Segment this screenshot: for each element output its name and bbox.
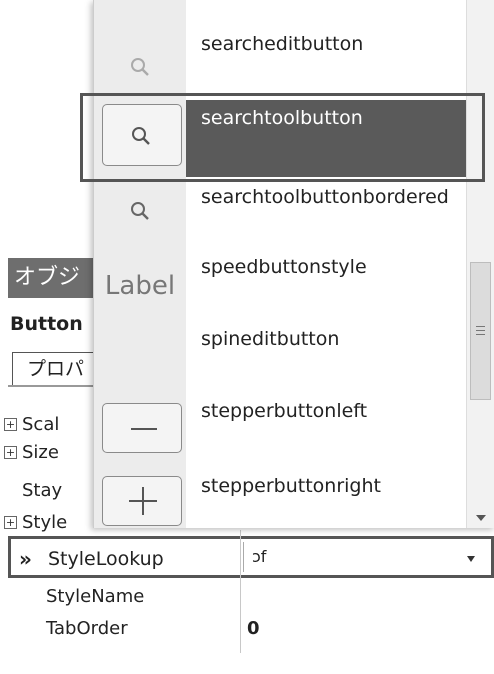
list-item-label: searchtoolbutton (201, 107, 363, 129)
list-item-stepperbuttonright[interactable]: stepperbuttonright (186, 472, 466, 536)
expand-plus-icon[interactable]: + (4, 446, 17, 459)
stylelookup-value-input[interactable]: ɔf (243, 542, 488, 572)
chevron-down-icon[interactable] (466, 552, 486, 566)
list-item-label: searchtoolbuttonbordered (201, 186, 449, 208)
property-name: StyleName (46, 586, 145, 607)
list-item-spineditbutton[interactable]: spineditbutton (186, 325, 466, 389)
preview-label-text: Label (104, 271, 176, 301)
stylelookup-value: ɔf (252, 547, 267, 566)
search-icon (131, 58, 149, 76)
selected-property-row[interactable]: » StyleLookup ɔf (8, 536, 494, 578)
list-item-stepperbuttonleft[interactable]: stepperbuttonleft (186, 397, 466, 461)
current-row-indicator-icon: » (19, 547, 32, 571)
list-item-label: stepperbuttonright (201, 475, 381, 497)
search-icon (131, 202, 149, 220)
property-value: 0 (247, 618, 260, 639)
property-row[interactable]: TabOrder 0 (0, 614, 494, 644)
property-name: Stay (22, 480, 63, 501)
list-item-label: searcheditbutton (201, 33, 364, 55)
vertical-scrollbar[interactable] (466, 0, 494, 528)
preview-stepperbuttonleft (102, 403, 182, 453)
preview-stepperbuttonright (102, 476, 182, 526)
list-item-searcheditbutton[interactable]: searcheditbutton (186, 30, 466, 94)
preview-speedbuttonstyle: Label (94, 266, 186, 306)
preview-searcheditbutton (94, 52, 186, 82)
property-name: Size (22, 442, 59, 463)
list-item-searchtoolbuttonbordered[interactable]: searchtoolbuttonbordered (186, 183, 466, 247)
list-item-searchtoolbutton[interactable]: searchtoolbutton (186, 100, 466, 177)
expand-plus-icon[interactable]: + (4, 516, 17, 529)
property-name: Style (22, 512, 68, 532)
list-item-label: spineditbutton (201, 328, 340, 350)
search-icon (132, 127, 150, 145)
preview-searchtoolbutton (102, 104, 182, 166)
list-item-label: stepperbuttonleft (201, 400, 368, 422)
property-name-stylelookup: StyleLookup (48, 548, 164, 570)
stylelookup-dropdown[interactable]: searcheditbutton searchtoolbutton search… (93, 0, 494, 528)
property-name: TabOrder (46, 618, 128, 639)
property-row[interactable] (0, 644, 494, 674)
scrollbar-thumb[interactable] (470, 262, 491, 400)
list-item-speedbuttonstyle[interactable]: speedbuttonstyle (186, 253, 466, 317)
minus-icon (131, 428, 157, 430)
expand-plus-icon[interactable]: + (4, 418, 17, 431)
property-name: Scal (22, 414, 60, 435)
list-item-label: speedbuttonstyle (201, 256, 367, 278)
preview-searchtoolbuttonbordered (94, 196, 186, 226)
scroll-down-arrow-icon[interactable] (476, 515, 486, 521)
property-row[interactable]: StyleName (0, 582, 494, 612)
